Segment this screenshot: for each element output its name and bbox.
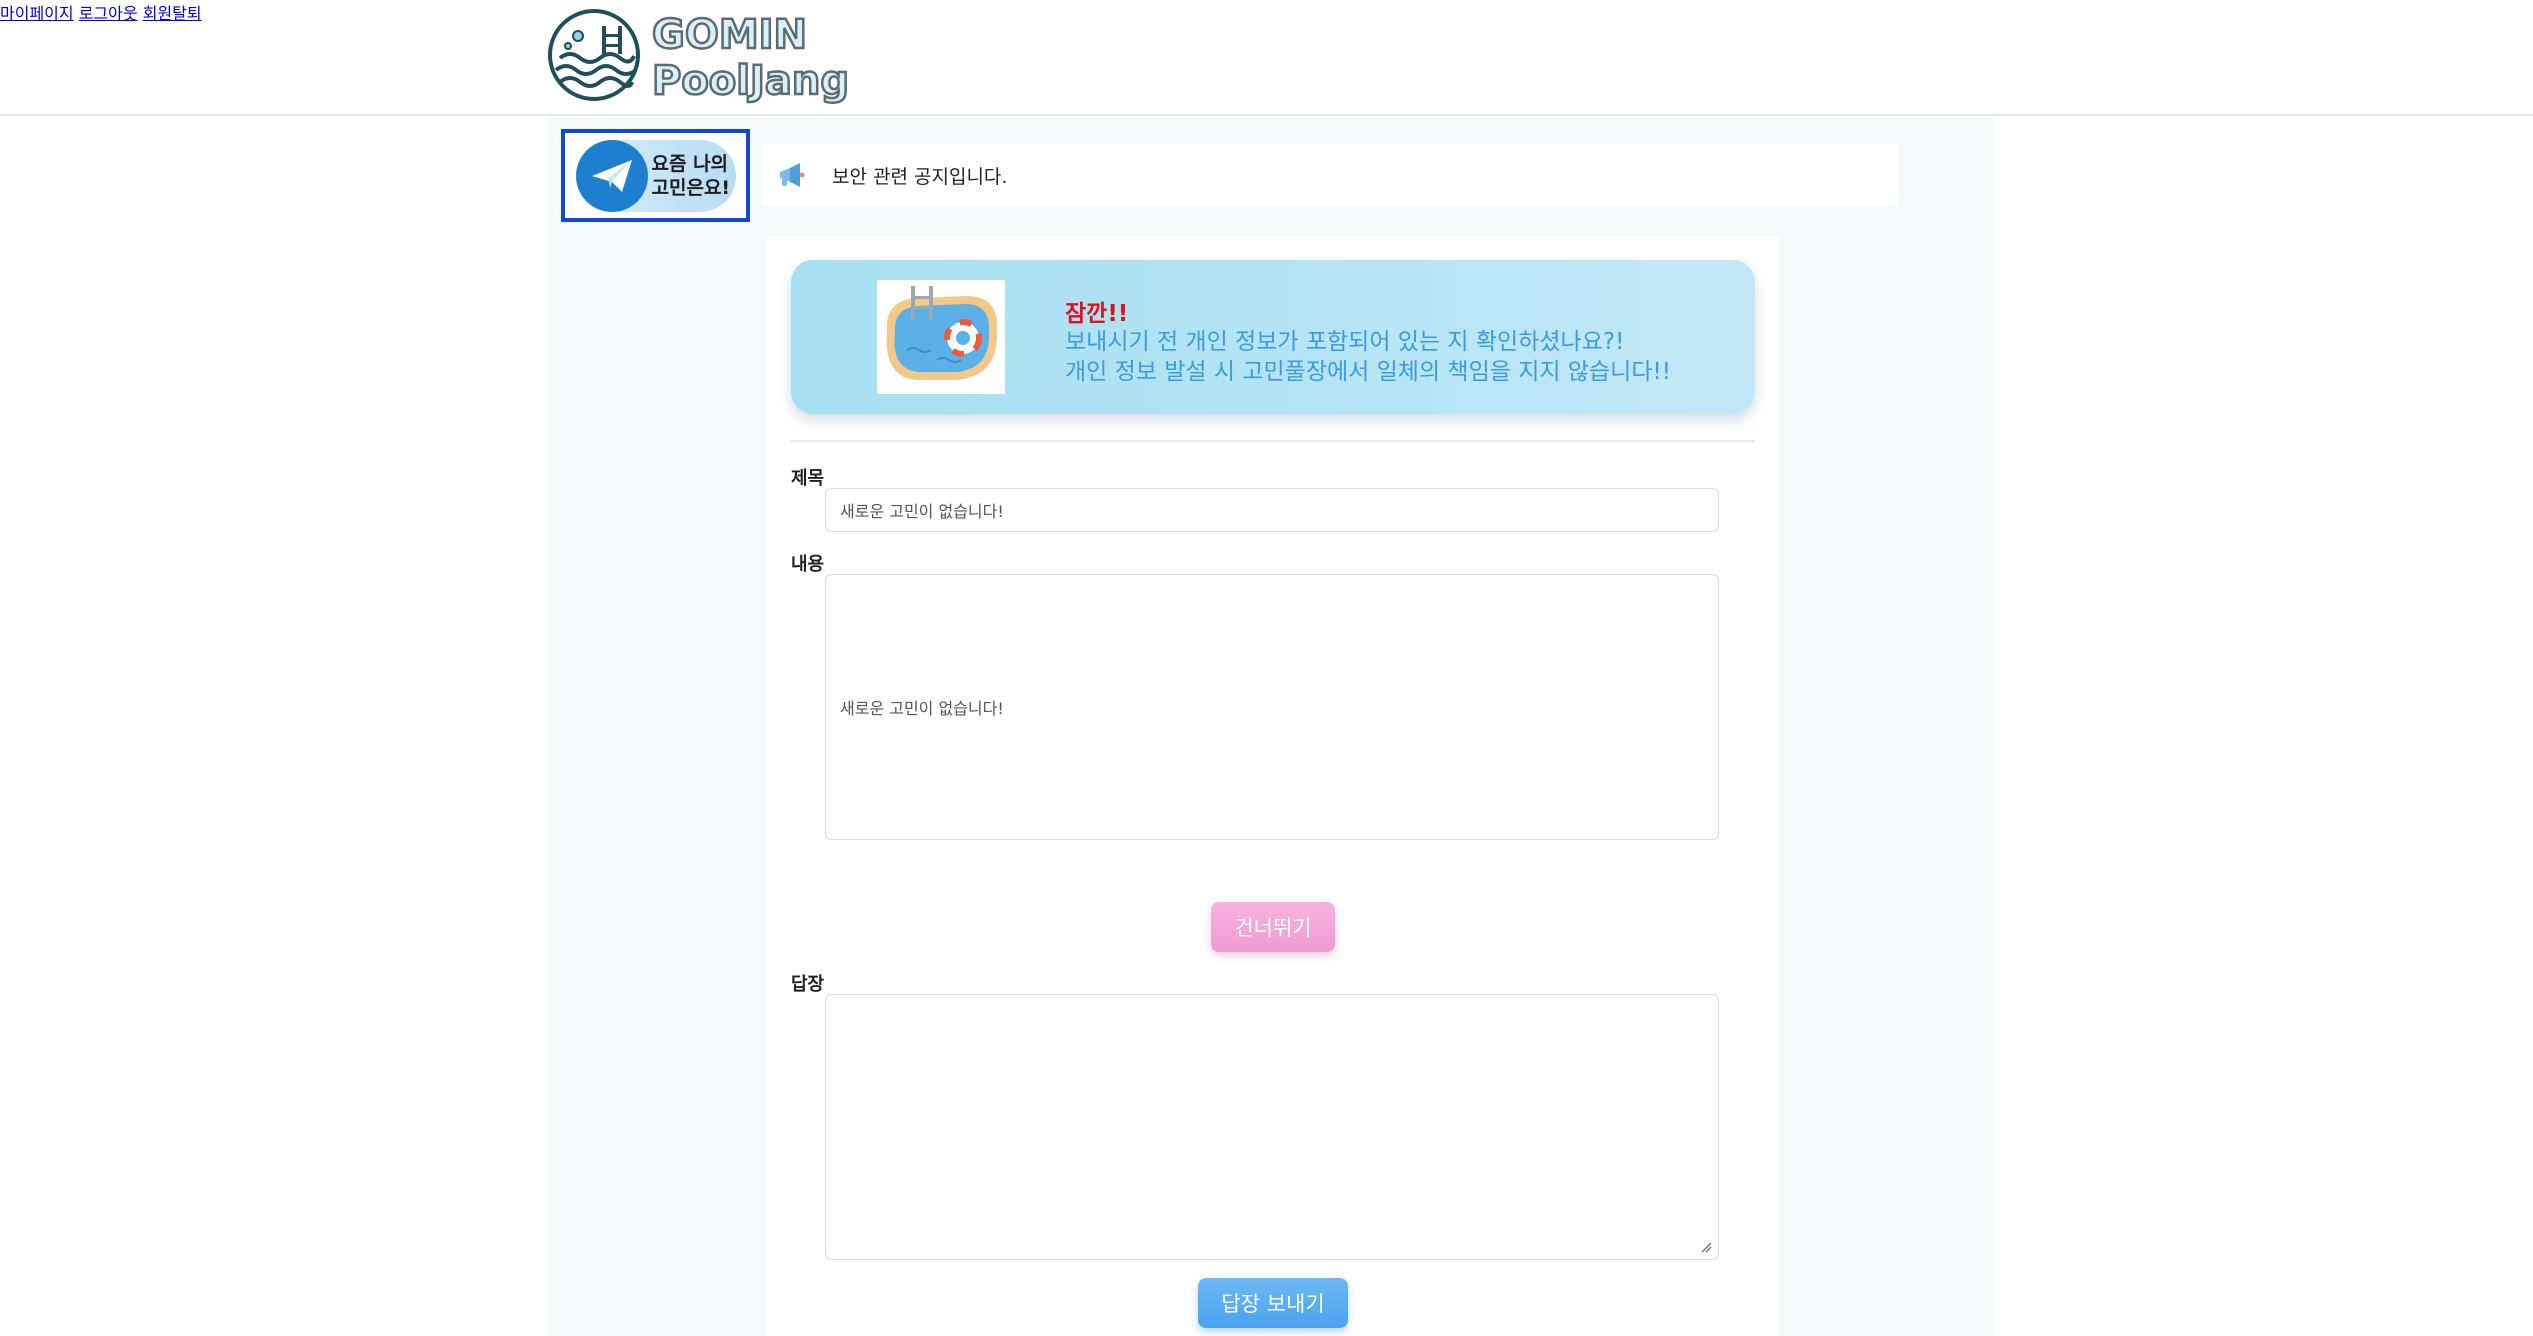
content-label: 내용 [791,554,825,575]
privacy-warning-banner: 잠깐!! 보내시기 전 개인 정보가 포함되어 있는 지 확인하셨나요?! 개인… [791,260,1755,414]
paper-plane-icon [575,139,648,212]
title-field-value: 새로운 고민이 없습니다! [840,502,1004,521]
notice-text: 보안 관련 공지입니다. [832,165,1008,188]
my-worry-label: 요즘 나의 고민은요! [651,152,731,199]
logo-text-pooljang: PoolJang [652,58,849,104]
title-label: 제목 [791,468,825,489]
header: GOMIN PoolJang 마이페이지 로그아웃 회원탈퇴 [0,0,2533,116]
warning-line-1: 보내시기 전 개인 정보가 포함되어 있는 지 확인하셨나요?! [1065,329,1625,355]
pool-illustration [877,280,1005,394]
divider [791,440,1755,442]
my-worry-pill: 요즘 나의 고민은요! [575,139,736,212]
reply-label: 답장 [791,974,825,995]
my-worry-button[interactable]: 요즘 나의 고민은요! [561,129,750,222]
megaphone-icon [780,163,805,187]
worry-card: 잠깐!! 보내시기 전 개인 정보가 포함되어 있는 지 확인하셨나요?! 개인… [767,236,1779,1336]
title-field[interactable]: 새로운 고민이 없습니다! [825,488,1719,532]
logo-text-gomin: GOMIN [652,12,807,58]
skip-button[interactable]: 건너뛰기 [1211,902,1335,952]
nav-mypage[interactable]: 마이페이지 [0,4,74,23]
gomin-pooljang-logo[interactable]: GOMIN PoolJang [548,6,852,104]
send-reply-button[interactable]: 답장 보내기 [1198,1278,1348,1328]
content-field-value: 새로운 고민이 없습니다! [840,699,1004,718]
reply-textarea[interactable] [825,994,1719,1260]
notice-bar: 보안 관련 공지입니다. [762,144,1898,206]
resize-handle-icon[interactable] [1700,1241,1712,1253]
nav-logout[interactable]: 로그아웃 [79,4,138,23]
content-field[interactable]: 새로운 고민이 없습니다! [825,574,1719,840]
nav-withdraw[interactable]: 회원탈퇴 [143,4,202,23]
warning-line-2: 개인 정보 발설 시 고민풀장에서 일체의 책임을 지지 않습니다!! [1065,359,1671,385]
